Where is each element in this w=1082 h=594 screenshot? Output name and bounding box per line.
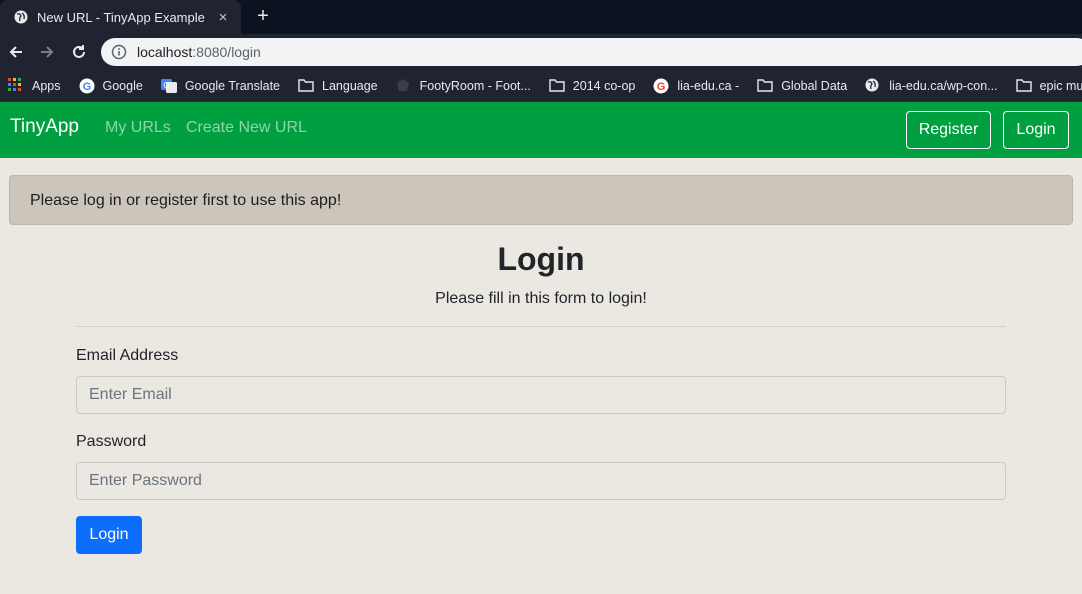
page-subtitle: Please fill in this form to login! xyxy=(435,290,647,307)
browser-toolbar: localhost:8080/login xyxy=(0,34,1082,70)
google-icon: G xyxy=(79,78,95,94)
bookmark-label: Google xyxy=(102,78,143,93)
nav-login-button[interactable]: Login xyxy=(1003,111,1069,149)
bookmark-folder-global-data[interactable]: Global Data xyxy=(757,78,847,94)
info-icon[interactable] xyxy=(111,44,127,60)
bookmark-label: 2014 co-op xyxy=(572,78,636,93)
url-host: localhost xyxy=(137,44,193,60)
browser-tab-bar: New URL - TinyApp Example × + xyxy=(0,0,1082,34)
bookmark-apps[interactable]: Apps xyxy=(8,77,61,94)
url-path: :8080/login xyxy=(192,44,261,60)
new-tab-button[interactable]: + xyxy=(252,5,274,27)
email-field[interactable] xyxy=(76,376,1006,414)
password-field[interactable] xyxy=(76,462,1006,500)
bookmark-label: Apps xyxy=(32,78,61,93)
back-arrow-icon[interactable] xyxy=(6,42,26,62)
alert-message: Please log in or register first to use t… xyxy=(9,175,1073,225)
forward-arrow-icon[interactable] xyxy=(37,42,57,62)
reload-icon[interactable] xyxy=(69,42,89,62)
bookmark-label: FootyRoom - Foot... xyxy=(419,78,531,93)
login-submit-button[interactable]: Login xyxy=(76,516,142,554)
svg-text:G: G xyxy=(657,81,666,93)
google-icon: G xyxy=(653,78,669,94)
email-label: Email Address xyxy=(76,347,179,364)
bookmark-folder-coop[interactable]: 2014 co-op xyxy=(549,78,636,94)
apps-grid-icon xyxy=(8,77,24,94)
folder-icon xyxy=(549,78,565,94)
page-title: Login xyxy=(497,241,585,277)
bookmark-lia-edu-wp[interactable]: lia-edu.ca/wp-con... xyxy=(865,78,998,94)
folder-icon xyxy=(757,78,773,94)
divider xyxy=(76,326,1006,327)
globe-icon xyxy=(865,78,881,94)
bookmark-footyroom[interactable]: FootyRoom - Foot... xyxy=(396,78,531,94)
bookmark-folder-language[interactable]: Language xyxy=(298,78,378,94)
register-button[interactable]: Register xyxy=(906,111,991,149)
bookmark-label: Language xyxy=(322,78,378,93)
folder-icon xyxy=(298,78,314,94)
footyroom-icon xyxy=(396,78,412,94)
bookmark-folder-epic[interactable]: epic mu xyxy=(1015,78,1082,94)
bookmark-label: epic mu xyxy=(1039,78,1082,93)
bookmark-label: lia-edu.ca - xyxy=(677,78,740,93)
bookmark-label: lia-edu.ca/wp-con... xyxy=(889,78,998,93)
bookmark-label: Google Translate xyxy=(184,78,281,93)
brand-link[interactable]: TinyApp xyxy=(10,116,79,138)
bookmark-google-translate[interactable]: G Google Translate xyxy=(160,78,281,94)
nav-link-create-new-url[interactable]: Create New URL xyxy=(186,119,307,137)
tab-title: New URL - TinyApp Example xyxy=(37,9,205,25)
bookmark-lia-edu[interactable]: G lia-edu.ca - xyxy=(653,78,739,94)
svg-text:G: G xyxy=(163,81,169,90)
app-navbar: TinyApp My URLs Create New URL Register … xyxy=(0,102,1082,158)
address-bar[interactable]: localhost:8080/login xyxy=(101,38,1082,66)
bookmark-label: Global Data xyxy=(781,78,848,93)
svg-text:G: G xyxy=(82,81,91,93)
globe-icon xyxy=(14,10,28,24)
nav-link-my-urls[interactable]: My URLs xyxy=(105,119,171,137)
translate-icon: G xyxy=(160,78,177,94)
folder-icon xyxy=(1015,78,1032,94)
password-label: Password xyxy=(76,433,147,450)
close-tab-icon[interactable]: × xyxy=(211,9,235,26)
browser-tab[interactable]: New URL - TinyApp Example × xyxy=(0,0,241,34)
bookmarks-bar: Apps G Google G Google Translate Languag… xyxy=(0,70,1082,102)
bookmark-google[interactable]: G Google xyxy=(79,78,143,94)
